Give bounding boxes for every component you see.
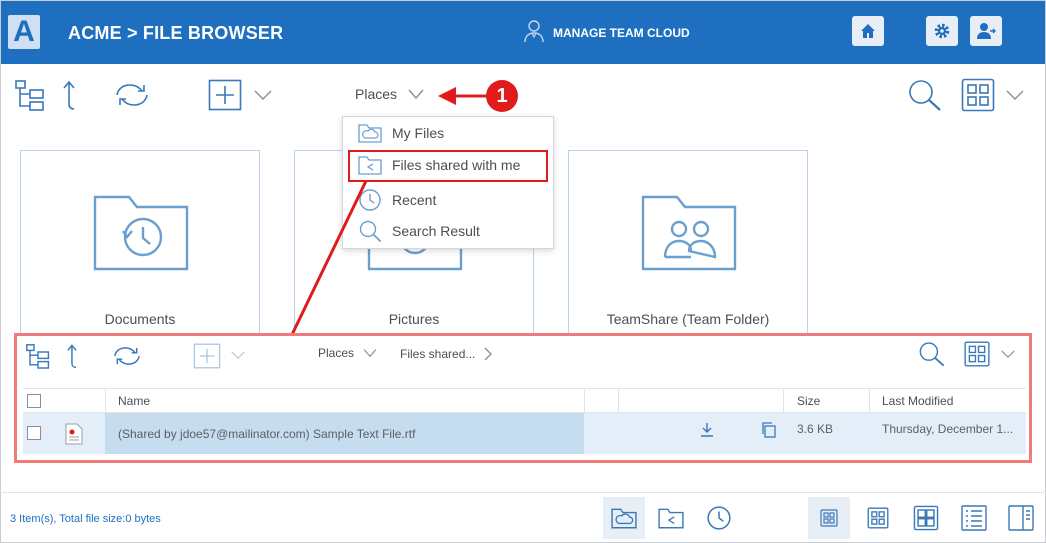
search-button[interactable] bbox=[917, 339, 947, 369]
file-size: 3.6 KB bbox=[797, 422, 834, 436]
medium-icons-view-button[interactable] bbox=[857, 497, 899, 539]
chevron-right-icon bbox=[484, 347, 493, 361]
cloud-folder-icon bbox=[611, 508, 637, 529]
column-divider bbox=[783, 389, 784, 413]
large-grid-icon bbox=[913, 505, 939, 531]
shared-folder-icon bbox=[658, 508, 684, 529]
places-label: Places bbox=[318, 346, 355, 360]
breadcrumb-current: Files shared... bbox=[400, 347, 476, 361]
copy-link-button[interactable] bbox=[761, 422, 777, 441]
column-divider bbox=[869, 389, 870, 413]
add-new-dropdown bbox=[229, 346, 247, 364]
status-summary: 3 Item(s), Total file size:0 bytes bbox=[10, 513, 161, 525]
breadcrumb[interactable]: Files shared... bbox=[400, 346, 493, 362]
row-checkbox[interactable] bbox=[27, 426, 41, 440]
file-name: (Shared by jdoe57@mailinator.com) Sample… bbox=[118, 427, 416, 441]
grid-view-icon bbox=[964, 341, 990, 367]
row-name-cell[interactable]: (Shared by jdoe57@mailinator.com) Sample… bbox=[105, 413, 584, 454]
folder-tree-icon bbox=[26, 344, 50, 369]
add-new-button-disabled bbox=[193, 342, 221, 370]
step-callout: 1 bbox=[486, 80, 518, 112]
column-header-name[interactable]: Name bbox=[118, 389, 150, 413]
copy-icon bbox=[762, 422, 776, 438]
up-arrow-icon bbox=[67, 344, 77, 369]
list-view-icon bbox=[961, 505, 987, 531]
recent-shortcut[interactable] bbox=[698, 497, 740, 539]
column-divider bbox=[105, 389, 106, 413]
rtf-file-icon bbox=[65, 423, 83, 448]
details-pane-button[interactable] bbox=[1000, 497, 1042, 539]
large-icons-view-button[interactable] bbox=[905, 497, 947, 539]
shared-files-shortcut[interactable] bbox=[650, 497, 692, 539]
chevron-down-icon bbox=[1001, 350, 1015, 358]
refresh-button[interactable] bbox=[109, 342, 145, 370]
file-last-modified: Thursday, December 1... bbox=[882, 422, 1014, 436]
up-folder-button[interactable] bbox=[65, 342, 87, 370]
column-divider bbox=[584, 389, 585, 413]
column-header-size[interactable]: Size bbox=[797, 389, 820, 413]
view-mode-dropdown[interactable] bbox=[999, 345, 1017, 363]
file-table-header: Name Size Last Modified bbox=[23, 388, 1026, 413]
medium-grid-icon bbox=[867, 507, 889, 529]
search-icon bbox=[919, 342, 945, 367]
my-files-shortcut[interactable] bbox=[603, 497, 645, 539]
refresh-icon bbox=[114, 347, 140, 365]
select-all-checkbox[interactable] bbox=[27, 394, 41, 408]
view-mode-button[interactable] bbox=[963, 340, 991, 368]
shared-files-panel: Places Files shared... Name Size Last Mo… bbox=[14, 333, 1032, 463]
tree-view-button[interactable] bbox=[25, 342, 51, 370]
chevron-down-icon bbox=[231, 351, 245, 359]
column-divider bbox=[618, 389, 619, 413]
status-bar: 3 Item(s), Total file size:0 bytes bbox=[0, 492, 1046, 543]
chevron-down-icon bbox=[363, 349, 377, 358]
download-button[interactable] bbox=[699, 422, 715, 441]
small-grid-icon bbox=[820, 509, 838, 527]
download-icon bbox=[701, 423, 713, 437]
panel-places-dropdown[interactable]: Places bbox=[318, 346, 378, 360]
list-view-button[interactable] bbox=[953, 497, 995, 539]
column-header-last-modified[interactable]: Last Modified bbox=[882, 389, 953, 413]
plus-box-icon bbox=[193, 343, 221, 369]
table-row[interactable]: (Shared by jdoe57@mailinator.com) Sample… bbox=[23, 413, 1026, 454]
clock-icon bbox=[707, 506, 731, 530]
small-icons-view-button[interactable] bbox=[808, 497, 850, 539]
side-panel-icon bbox=[1008, 505, 1034, 531]
